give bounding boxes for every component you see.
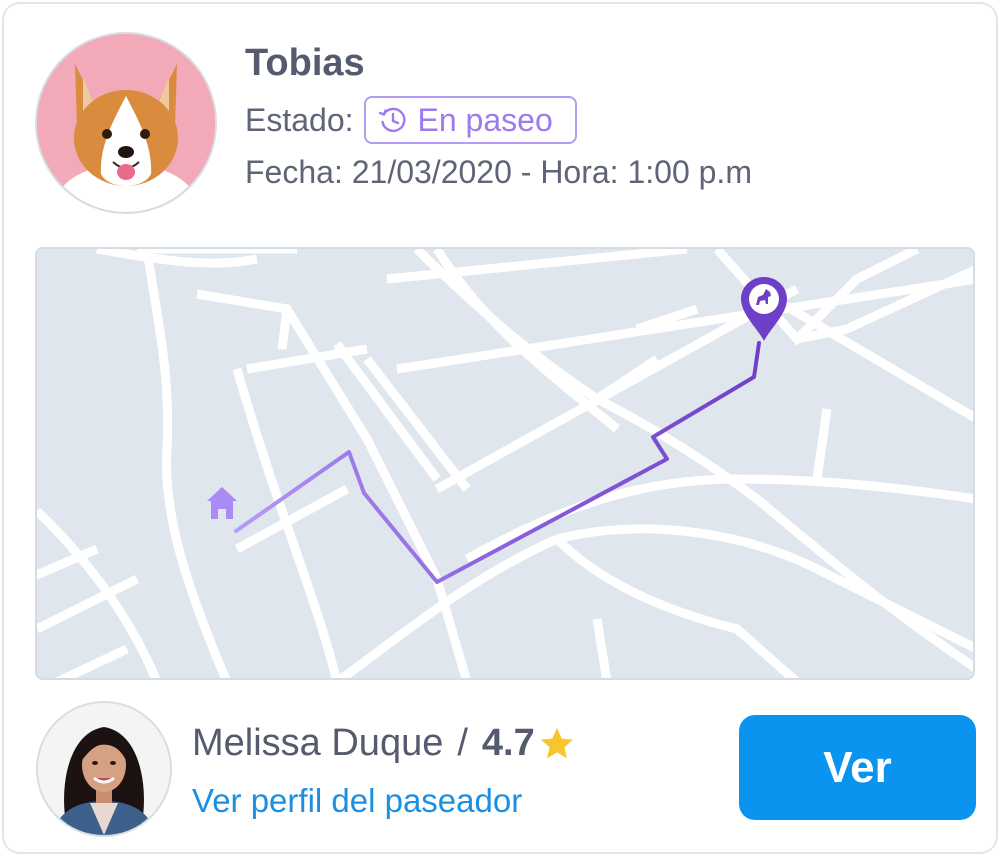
status-row: Estado: En paseo	[245, 96, 577, 144]
pet-avatar	[35, 32, 217, 214]
walk-card: Tobias Estado: En paseo Fecha: 21/03/202…	[2, 2, 998, 854]
walker-avatar	[36, 701, 172, 837]
corgi-photo	[37, 34, 215, 212]
walker-name: Melissa Duque	[192, 722, 444, 764]
view-button[interactable]: Ver	[739, 715, 976, 820]
view-walker-profile-link[interactable]: Ver perfil del paseador	[192, 782, 522, 820]
walker-photo	[38, 703, 170, 835]
pet-name: Tobias	[245, 42, 365, 84]
walk-datetime: Fecha: 21/03/2020 - Hora: 1:00 p.m	[245, 154, 752, 190]
walker-rating: 4.7	[481, 722, 535, 764]
status-label: Estado:	[245, 101, 354, 138]
walker-info: Melissa Duque / 4.7	[192, 722, 575, 765]
map-canvas	[37, 249, 973, 678]
history-clock-icon	[378, 107, 405, 133]
status-badge: En paseo	[363, 96, 577, 144]
status-value: En paseo	[417, 101, 553, 138]
separator: /	[457, 722, 468, 764]
route-map[interactable]	[35, 247, 975, 680]
star-icon	[540, 727, 573, 758]
